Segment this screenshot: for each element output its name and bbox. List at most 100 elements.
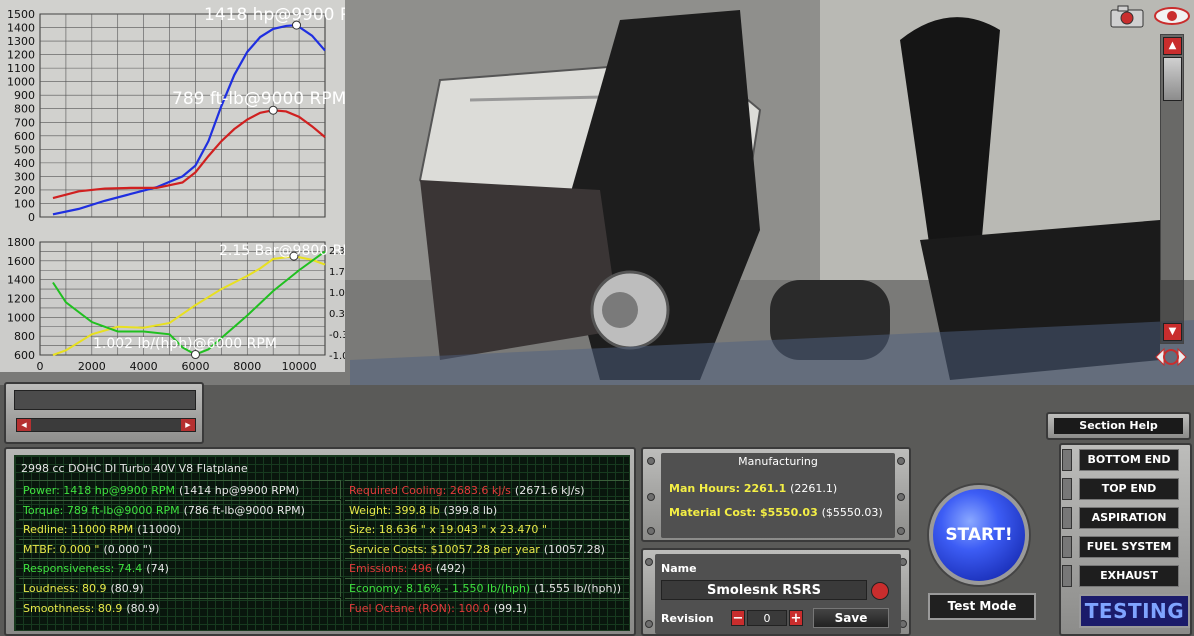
- hp-y-tick-label: 400: [14, 157, 35, 170]
- stat-previous-value: (80.9): [110, 582, 144, 595]
- stat-row: Economy: 8.16% - 1.550 lb/(hph) (1.555 lb…: [345, 578, 629, 597]
- boost-x-tick-label: 2000: [78, 360, 106, 372]
- stat-label: Redline: 11000 RPM: [23, 523, 134, 537]
- boost-x-tick-label: 6000: [181, 360, 209, 372]
- menu-item-exhaust[interactable]: EXHAUST: [1079, 565, 1179, 587]
- slider-left-arrow[interactable]: ◀: [17, 419, 31, 431]
- torque-peak-label: 789 ft-lb@9000 RPM: [172, 89, 345, 109]
- dyno-charts: 1500140013001200110010009008007006005004…: [7, 5, 345, 372]
- boost-x-tick-label: 4000: [130, 360, 158, 372]
- camera-icon[interactable]: [1108, 4, 1146, 28]
- boost-peak-label: 2.15 Bar@9800 RPM: [219, 243, 345, 259]
- boost-y-tick-label: 1000: [7, 311, 35, 324]
- hp-y-tick-label: 1300: [7, 35, 35, 48]
- stat-row: Required Cooling: 2683.6 kJ/s (2671.6 kJ/…: [345, 480, 629, 499]
- stat-previous-value: (492): [435, 562, 466, 576]
- stat-label: Weight: 399.8 lb: [349, 503, 440, 517]
- boost-y-tick-label: 1600: [7, 255, 35, 268]
- part-slider-track[interactable]: ◀ ▶: [16, 418, 196, 432]
- menu-tab-marker: [1062, 565, 1072, 587]
- menu-tab-marker: [1062, 449, 1072, 471]
- revision-decrement-button[interactable]: −: [731, 610, 745, 626]
- hp-y-tick-label: 1100: [7, 62, 35, 75]
- stat-previous-value: (11000): [137, 523, 181, 537]
- stat-previous-value: (1414 hp@9900 RPM): [178, 484, 300, 497]
- boost-y-tick-label: 600: [14, 349, 35, 362]
- revision-label: Revision: [661, 612, 714, 625]
- engine-name-input[interactable]: Smolesnk RSRS: [661, 580, 867, 600]
- zoom-scrollbar[interactable]: ▲ ▼: [1160, 34, 1184, 344]
- menu-item-top-end[interactable]: TOP END: [1079, 478, 1179, 500]
- test-mode-button[interactable]: Test Mode: [928, 593, 1036, 620]
- hp-peak-label: 1418 hp@9900 RPM: [204, 5, 345, 25]
- boost-y2-tick-label: 1.7: [329, 267, 345, 278]
- hp-y-tick-label: 200: [14, 184, 35, 197]
- stat-label: Emissions: 496: [349, 562, 432, 576]
- stat-row: Weight: 399.8 lb (399.8 lb): [345, 499, 629, 519]
- man-hours: Man Hours: 2261.1 (2261.1): [669, 482, 838, 495]
- stat-previous-value: (99.1): [493, 601, 527, 615]
- part-slider-panel: ◀ ▶: [4, 382, 204, 444]
- slider-right-arrow[interactable]: ▶: [181, 419, 195, 431]
- refresh-icon[interactable]: [871, 582, 889, 600]
- boost-chart-x-ticks: 0 2000 4000 6000 8000 10000: [37, 360, 317, 372]
- section-help-panel: Section Help: [1046, 412, 1191, 440]
- torque-curve: [52, 109, 326, 200]
- stat-row: Loudness: 80.9 (80.9): [19, 578, 341, 597]
- section-help-button[interactable]: Section Help: [1054, 418, 1183, 434]
- stats-frame: 2998 cc DOHC DI Turbo 40V V8 Flatplane P…: [4, 447, 636, 636]
- menu-tab-marker: [1062, 478, 1072, 500]
- stat-row: Smoothness: 80.9 (80.9): [19, 597, 341, 617]
- boost-y-tick-label: 1800: [7, 236, 35, 249]
- stat-previous-value: (74): [146, 562, 169, 576]
- boost-x-tick-label: 8000: [233, 360, 261, 372]
- stat-row: Responsiveness: 74.4 (74): [19, 558, 341, 578]
- start-button[interactable]: START!: [929, 485, 1029, 585]
- stat-row: Size: 18.636 " x 19.043 " x 23.470 ": [345, 519, 629, 538]
- menu-item-bottom-end[interactable]: BOTTOM END: [1079, 449, 1179, 471]
- revision-increment-button[interactable]: +: [789, 610, 803, 626]
- save-button[interactable]: Save: [813, 608, 889, 628]
- stat-label: Torque: 789 ft-lb@9000 RPM: [23, 503, 180, 517]
- stat-previous-value: (399.8 lb): [443, 503, 498, 517]
- stat-previous-value: (80.9): [126, 601, 160, 615]
- chevron-down-icon[interactable]: ▼: [1163, 323, 1182, 341]
- chevron-up-icon[interactable]: ▲: [1163, 37, 1182, 55]
- boost-y2-tick-label: -1.0: [329, 351, 345, 362]
- hp-chart-frame: [39, 13, 326, 218]
- stat-row: Fuel Octane (RON): 100.0 (99.1): [345, 597, 629, 617]
- hp-y-tick-label: 800: [14, 103, 35, 116]
- hp-chart-series: [52, 20, 326, 216]
- stat-label: Size: 18.636 " x 19.043 " x 23.470 ": [349, 523, 547, 537]
- stat-label: Required Cooling: 2683.6 kJ/s: [349, 484, 511, 497]
- hp-y-tick-label: 300: [14, 170, 35, 183]
- stat-label: Fuel Octane (RON): 100.0: [349, 601, 490, 615]
- menu-item-fuel-system[interactable]: FUEL SYSTEM: [1079, 536, 1179, 558]
- boost-x-tick-label: 0: [37, 360, 44, 372]
- hp-chart-grid: [40, 13, 325, 218]
- boost-x-tick-label: 10000: [282, 360, 317, 372]
- hp-y-tick-label: 1000: [7, 76, 35, 89]
- hp-y-tick-label: 500: [14, 143, 35, 156]
- stat-label: Responsiveness: 74.4: [23, 562, 143, 576]
- hp-y-tick-label: 700: [14, 116, 35, 129]
- hp-y-tick-label: 1200: [7, 49, 35, 62]
- hp-y-tick-label: 0: [28, 211, 35, 224]
- stat-label: Smoothness: 80.9: [23, 601, 123, 615]
- stat-previous-value: (786 ft-lb@9000 RPM): [183, 503, 305, 517]
- hp-y-tick-label: 100: [14, 197, 35, 210]
- boost-y-tick-label: 800: [14, 330, 35, 343]
- stat-label: Economy: 8.16% - 1.550 lb/(hph): [349, 582, 531, 595]
- stat-row: Power: 1418 hp@9900 RPM (1414 hp@9900 RPM…: [19, 480, 341, 499]
- testing-tab[interactable]: TESTING: [1079, 594, 1190, 628]
- power-curve: [52, 23, 326, 216]
- hp-y-tick-label: 1400: [7, 22, 35, 35]
- zoom-scroll-thumb[interactable]: [1163, 57, 1182, 101]
- name-revision-panel: Name Smolesnk RSRS Revision − 0 + Save: [641, 548, 911, 636]
- menu-item-aspiration[interactable]: ASPIRATION: [1079, 507, 1179, 529]
- eye-icon[interactable]: [1152, 4, 1192, 28]
- boost-chart-y2-ticks: 2.31.71.00.3-0.3-1.0: [329, 246, 345, 362]
- material-cost: Material Cost: $5550.03 ($5550.03): [669, 506, 883, 519]
- stat-previous-value: (0.000 "): [103, 542, 153, 556]
- rotate-icon[interactable]: [1152, 343, 1190, 371]
